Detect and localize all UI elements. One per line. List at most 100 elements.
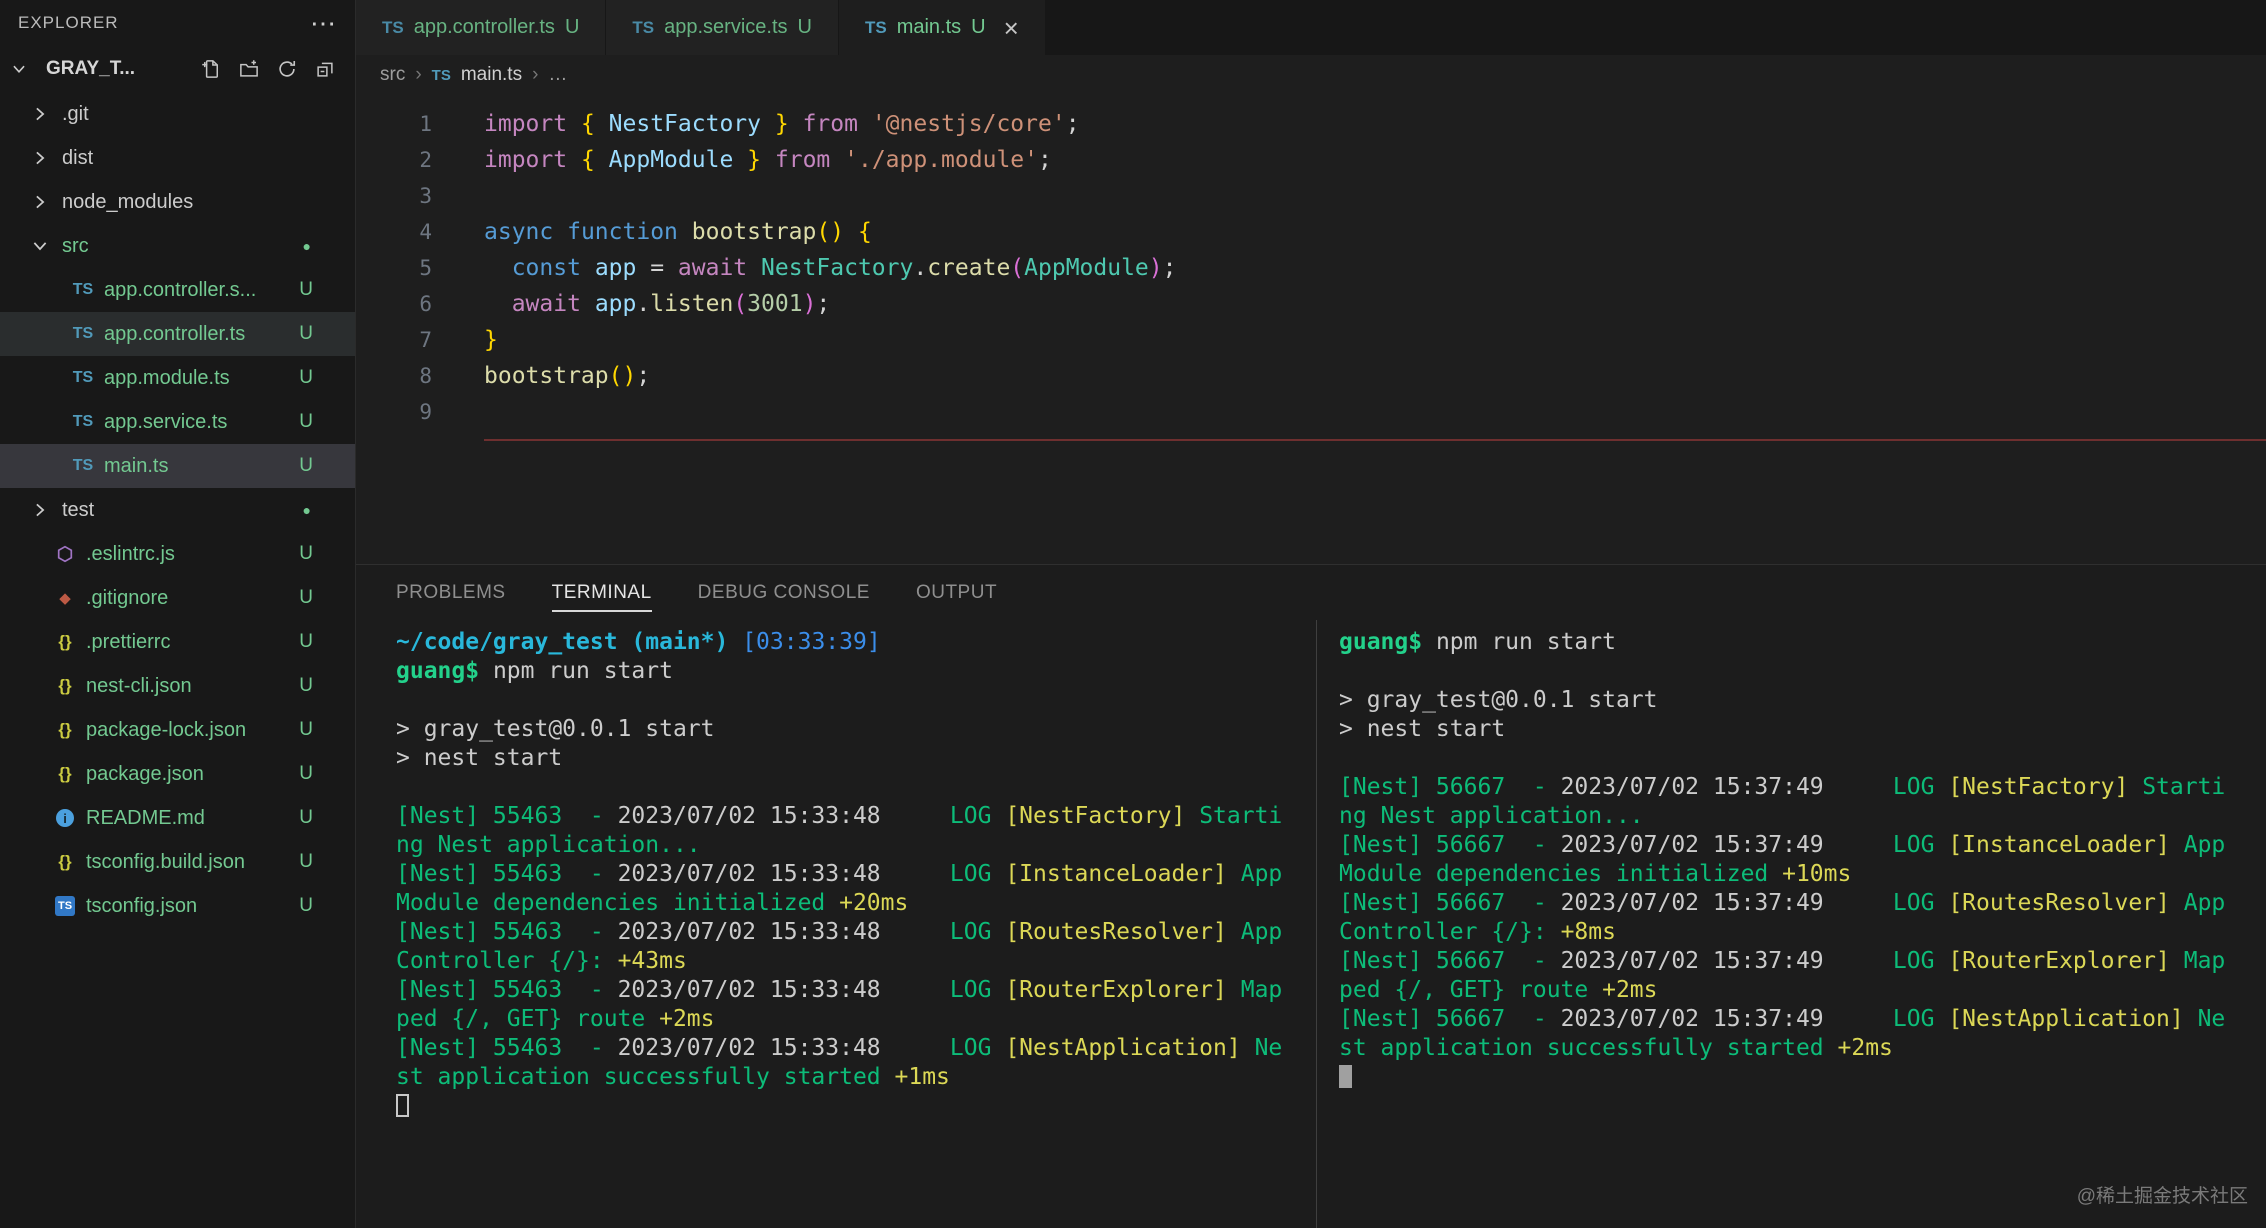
more-actions-icon[interactable]: ⋯ — [310, 8, 337, 39]
text-segment: 2023/07/02 15:33:48 — [618, 919, 881, 945]
tree-item-eslintrc-js[interactable]: .eslintrc.jsU — [0, 532, 355, 576]
text-segment: ped {/, GET} route — [396, 1006, 659, 1032]
terminal-right[interactable]: guang$ npm run start> gray_test@0.0.1 st… — [1317, 620, 2266, 1228]
tree-item-dist[interactable]: dist — [0, 136, 355, 180]
tree-item-label: nest-cli.json — [86, 675, 192, 698]
code-text: const app = await NestFactory.create(App… — [432, 250, 1177, 286]
text-segment: AppModule — [609, 147, 734, 173]
tab-label: app.service.ts — [664, 16, 787, 39]
terminal-cursor — [1339, 1065, 1352, 1088]
line-number: 3 — [356, 178, 432, 214]
text-segment: ; — [1066, 111, 1080, 137]
text-segment: [Nest] 56667 - — [1339, 774, 1561, 800]
ts-icon: TS — [70, 325, 96, 343]
ts-icon: TS — [70, 281, 96, 299]
tab-label: main.ts — [897, 16, 961, 39]
text-segment — [1824, 832, 1893, 858]
terminal-left[interactable]: ~/code/gray_test (main*) [03:33:39]guang… — [356, 620, 1316, 1228]
terminal-line: Module dependencies initialized +10ms — [1339, 860, 2266, 889]
tree-item-app-controller-ts[interactable]: TSapp.controller.tsU — [0, 312, 355, 356]
tree-item-tsconfig-build-json[interactable]: {}tsconfig.build.jsonU — [0, 840, 355, 884]
git-status-badge: U — [299, 543, 313, 565]
terminal-line: [Nest] 55463 - 2023/07/02 15:33:48 LOG [… — [396, 1034, 1316, 1063]
info-icon: i — [52, 809, 78, 827]
text-segment: npm run start — [1422, 629, 1616, 655]
new-file-icon[interactable] — [201, 59, 221, 79]
panel-tab-debug-console[interactable]: DEBUG CONSOLE — [698, 574, 870, 612]
terminal-line: Controller {/}: +43ms — [396, 947, 1316, 976]
text-segment: 2023/07/02 15:37:49 — [1561, 1006, 1824, 1032]
text-segment — [761, 111, 775, 137]
tab-app-controller-ts[interactable]: TSapp.controller.tsU — [356, 0, 606, 55]
panel-tab-terminal[interactable]: TERMINAL — [552, 574, 652, 612]
tree-item-package-json[interactable]: {}package.jsonU — [0, 752, 355, 796]
tab-main-ts[interactable]: TSmain.tsU× — [839, 0, 1046, 55]
terminal-line: guang$ npm run start — [396, 657, 1316, 686]
ts-icon: TS — [70, 369, 96, 387]
git-status-badge: U — [299, 719, 313, 741]
terminal-line: > nest start — [396, 744, 1316, 773]
tree-item-prettierrc[interactable]: {}.prettierrcU — [0, 620, 355, 664]
tree-item-main-ts[interactable]: TSmain.tsU — [0, 444, 355, 488]
tree-item-node-modules[interactable]: node_modules — [0, 180, 355, 224]
tree-item-app-service-ts[interactable]: TSapp.service.tsU — [0, 400, 355, 444]
terminal-line: [Nest] 56667 - 2023/07/02 15:37:49 LOG [… — [1339, 1005, 2266, 1034]
git-status-badge: U — [299, 455, 313, 477]
text-segment — [595, 147, 609, 173]
tree-item-package-lock-json[interactable]: {}package-lock.jsonU — [0, 708, 355, 752]
text-segment: > gray_test@0.0.1 start — [396, 716, 715, 742]
tree-item-tsconfig-json[interactable]: TStsconfig.jsonU — [0, 884, 355, 928]
chevron-right-icon — [30, 147, 52, 169]
explorer-title: EXPLORER — [18, 13, 119, 33]
tab-label: app.controller.ts — [414, 16, 555, 39]
tree-item-gitignore[interactable]: ◆.gitignoreU — [0, 576, 355, 620]
code-editor[interactable]: 1import { NestFactory } from '@nestjs/co… — [356, 95, 2266, 564]
terminal-line: > nest start — [1339, 715, 2266, 744]
text-segment: { — [581, 147, 595, 173]
text-segment: bootstrap — [692, 219, 817, 245]
tree-item-readme-md[interactable]: iREADME.mdU — [0, 796, 355, 840]
text-segment: create — [927, 255, 1010, 281]
collapse-all-icon[interactable] — [315, 59, 335, 79]
tab-app-service-ts[interactable]: TS app.service.ts U — [606, 0, 839, 55]
file-tree: .gitdistnode_modulessrc●TSapp.controller… — [0, 92, 355, 928]
git-status-badge: U — [798, 16, 812, 39]
code-text: } — [432, 322, 498, 358]
text-segment: Starti — [1199, 803, 1282, 829]
tree-item-app-module-ts[interactable]: TSapp.module.tsU — [0, 356, 355, 400]
text-segment: ; — [1163, 255, 1177, 281]
tree-item-test[interactable]: test● — [0, 488, 355, 532]
text-segment: +2ms — [1838, 1035, 1893, 1061]
chevron-right-icon — [30, 191, 52, 213]
tree-item-app-controller-s[interactable]: TSapp.controller.s...U — [0, 268, 355, 312]
tree-item-nest-cli-json[interactable]: {}nest-cli.jsonU — [0, 664, 355, 708]
ts-icon: TS — [70, 413, 96, 431]
text-segment: ( — [733, 291, 747, 317]
tree-item-git[interactable]: .git — [0, 92, 355, 136]
terminal-line: > gray_test@0.0.1 start — [1339, 686, 2266, 715]
terminal-line — [396, 773, 1316, 802]
tree-item-src[interactable]: src● — [0, 224, 355, 268]
chevron-down-icon — [30, 235, 52, 257]
text-segment: [NestFactory] — [1948, 774, 2142, 800]
json-icon: {} — [52, 632, 78, 652]
panel-tab-output[interactable]: OUTPUT — [916, 574, 997, 612]
text-segment: +10ms — [1782, 861, 1851, 887]
breadcrumb-file[interactable]: main.ts — [461, 64, 522, 86]
breadcrumb-folder[interactable]: src — [380, 64, 405, 86]
panel-tab-problems[interactable]: PROBLEMS — [396, 574, 506, 612]
git-status-badge: U — [299, 675, 313, 697]
breadcrumb-more[interactable]: … — [548, 64, 567, 86]
typescript-icon: TS — [632, 18, 654, 38]
project-section-header[interactable]: GRAY_T... — [0, 46, 355, 92]
text-segment — [484, 291, 512, 317]
text-segment: App — [1241, 861, 1283, 887]
close-tab-icon[interactable]: × — [1004, 18, 1019, 38]
text-segment — [881, 861, 950, 887]
editor-tabbar: TSapp.controller.tsU TS app.service.ts U TSm… — [356, 0, 2266, 55]
new-folder-icon[interactable] — [239, 59, 259, 79]
refresh-icon[interactable] — [277, 59, 297, 79]
text-segment — [858, 111, 872, 137]
text-segment: ped {/, GET} route — [1339, 977, 1602, 1003]
terminal-line — [1339, 744, 2266, 773]
